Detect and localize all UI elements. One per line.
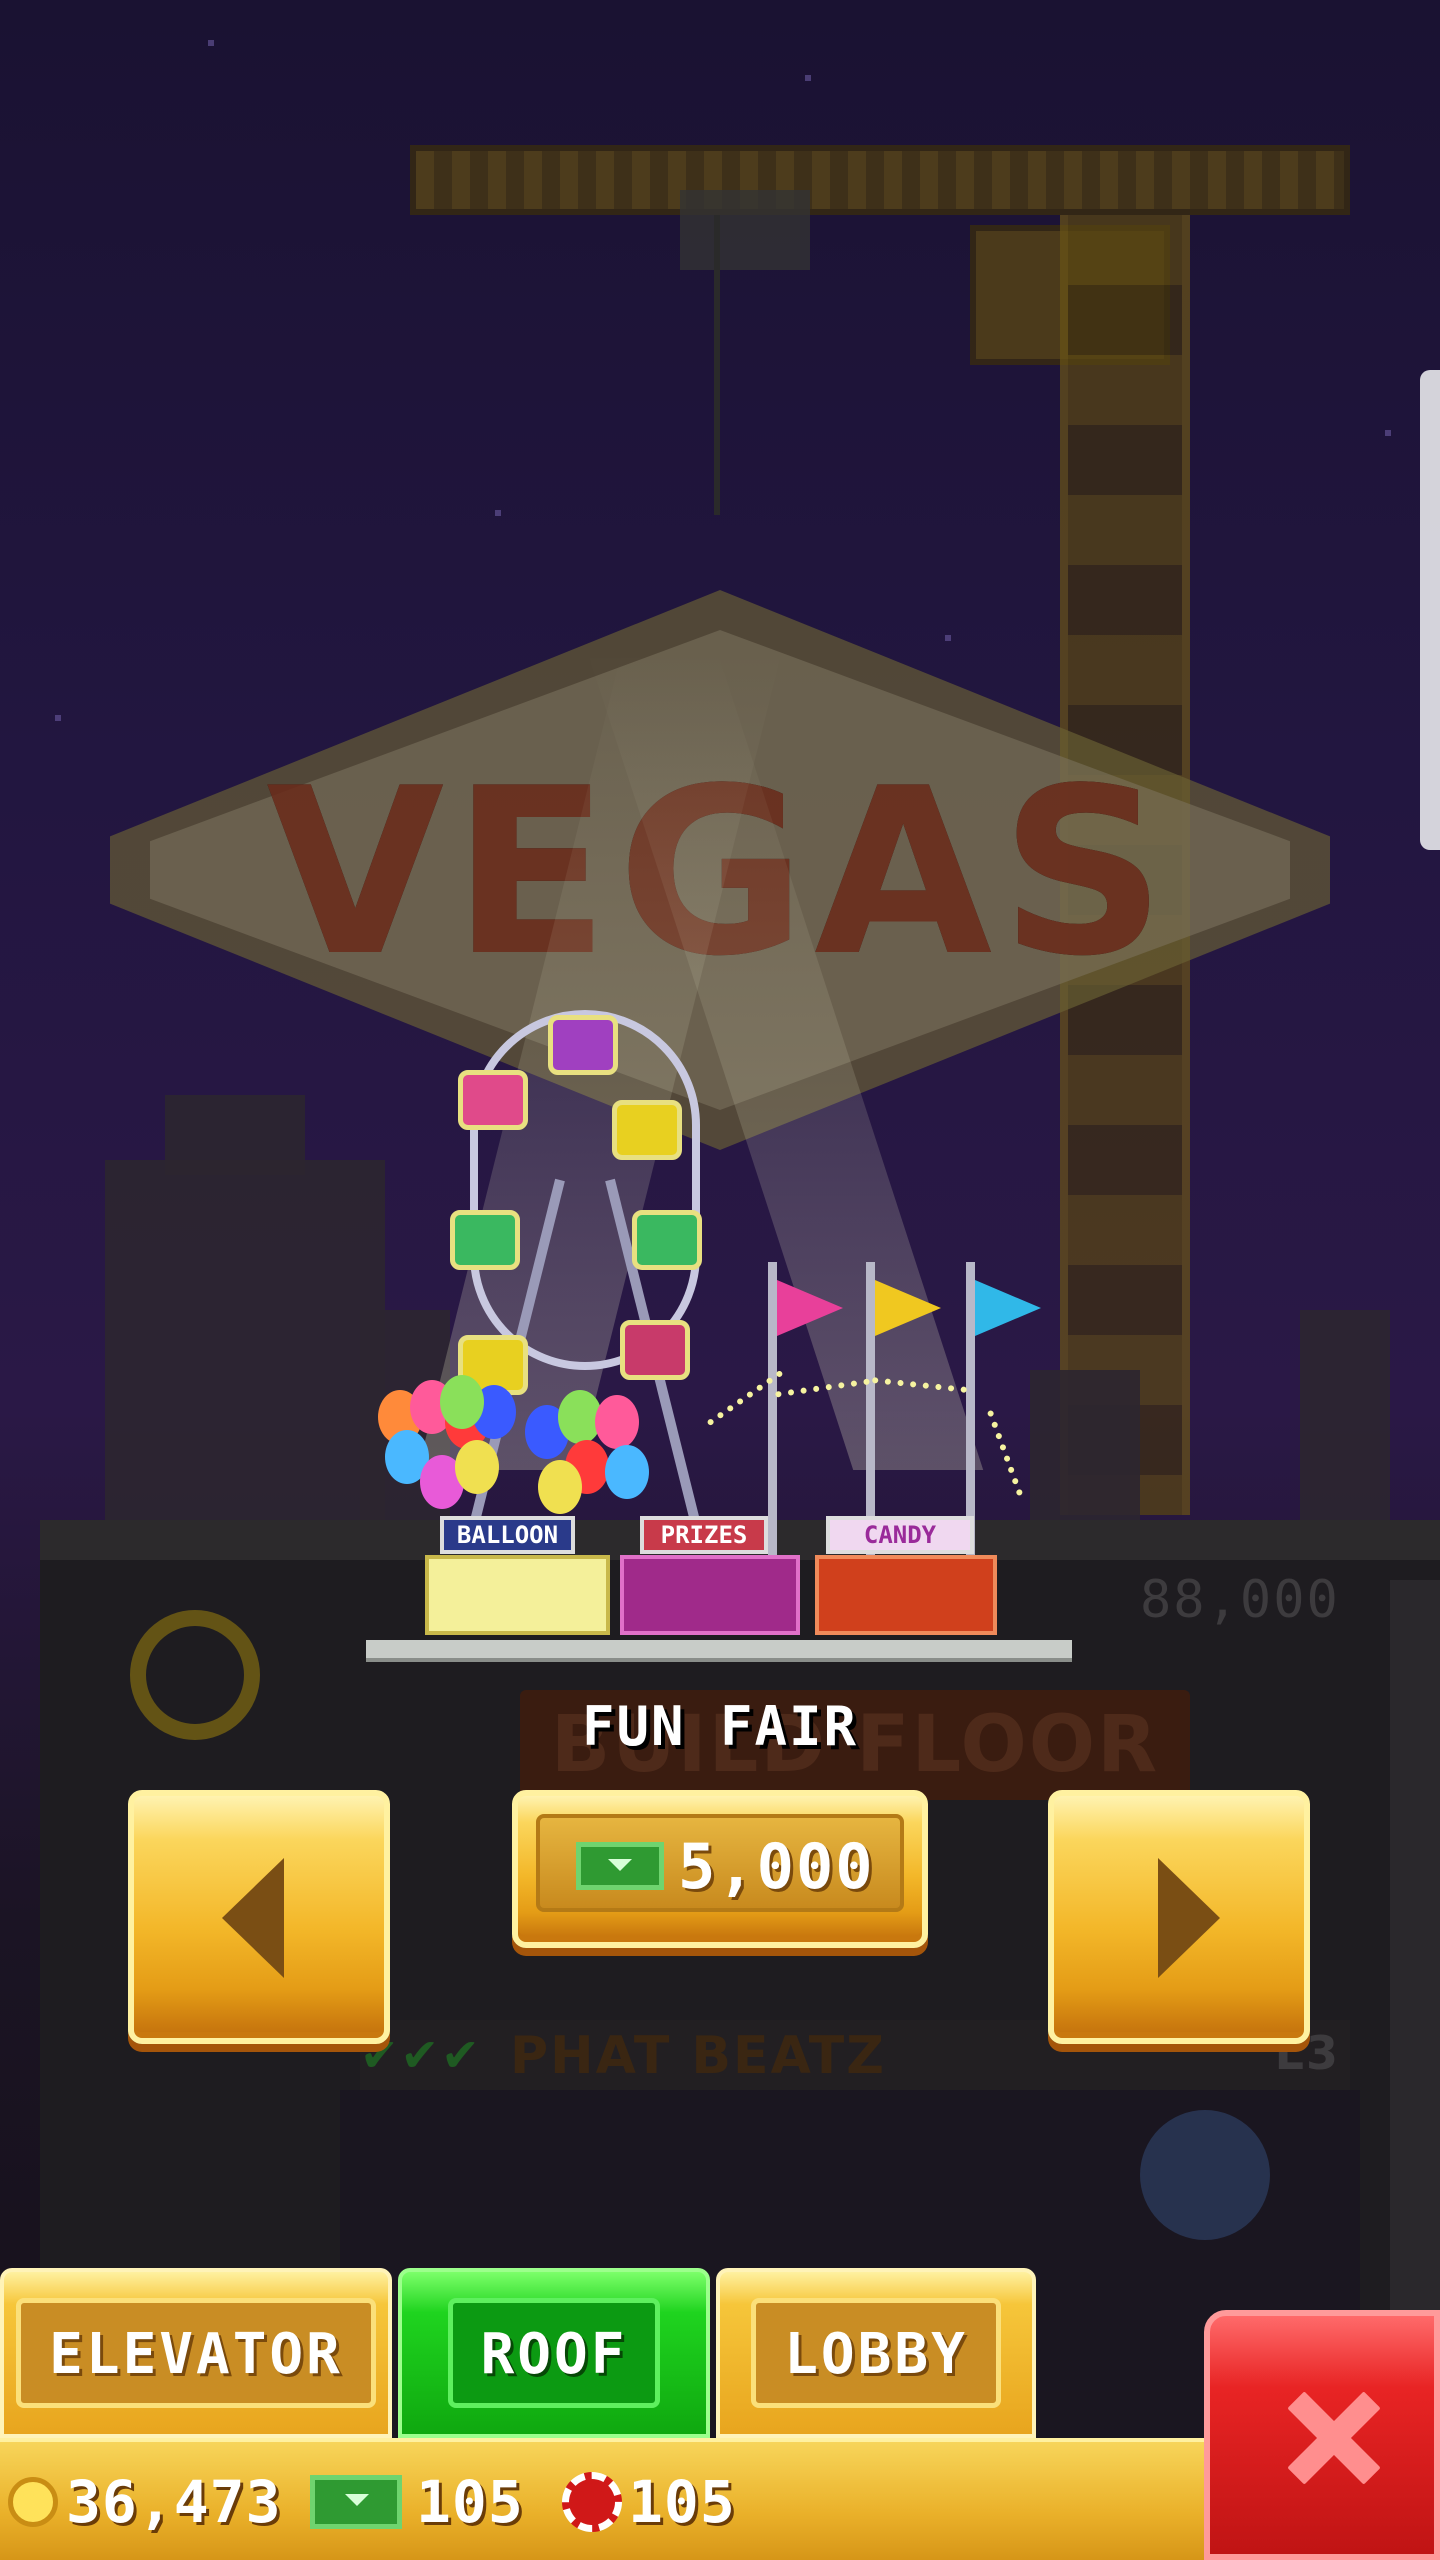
balloon-booth xyxy=(425,1555,610,1635)
ferris-cabin xyxy=(458,1070,528,1130)
chips-value: 105 xyxy=(628,2468,736,2536)
crane-trolley xyxy=(680,190,810,270)
bux-value: 105 xyxy=(416,2468,524,2536)
coins-counter: 36,473 xyxy=(8,2462,282,2542)
booth-sign-prizes: PRIZES xyxy=(640,1516,768,1554)
ferris-cabin xyxy=(548,1015,618,1075)
tab-label: ROOF xyxy=(447,2298,661,2408)
floor-name-ghost: PHAT BEATZ xyxy=(510,2026,886,2086)
chips-counter: 105 xyxy=(562,2462,736,2542)
tab-roof[interactable]: ROOF xyxy=(398,2268,710,2438)
crane-jib xyxy=(410,145,1350,215)
star xyxy=(805,75,811,81)
next-floor-button[interactable] xyxy=(1048,1790,1310,2044)
bux-icon xyxy=(310,2475,402,2529)
ferris-cabin xyxy=(632,1210,702,1270)
floor-title: FUN FAIR xyxy=(581,1695,859,1758)
bux-icon xyxy=(576,1842,664,1890)
tab-elevator[interactable]: ELEVATOR xyxy=(0,2268,392,2438)
balloon xyxy=(595,1395,639,1449)
background-building xyxy=(165,1095,305,1175)
balloon xyxy=(440,1375,484,1429)
candy-booth xyxy=(815,1555,997,1635)
ferris-cabin xyxy=(450,1210,520,1270)
tab-label: LOBBY xyxy=(751,2298,1001,2408)
close-button[interactable] xyxy=(1204,2310,1440,2560)
string-lights xyxy=(986,1409,1024,1497)
chip-icon xyxy=(562,2472,622,2532)
fair-platform xyxy=(366,1640,1072,1662)
ferris-cabin xyxy=(612,1100,682,1160)
ferris-cabin xyxy=(620,1320,690,1380)
coin-icon xyxy=(8,2477,58,2527)
star xyxy=(495,510,501,516)
previous-floor-button[interactable] xyxy=(128,1790,390,2044)
disco-ball-icon xyxy=(1140,2110,1270,2240)
arrow-left-icon xyxy=(222,1858,284,1978)
star xyxy=(55,715,61,721)
balloon xyxy=(605,1445,649,1499)
resource-bar: 36,473 105 105 xyxy=(0,2438,1204,2560)
star xyxy=(1385,430,1391,436)
arrow-right-icon xyxy=(1158,1858,1220,1978)
buy-floor-button[interactable]: 5,000 xyxy=(512,1790,928,1948)
edge-panel-handle[interactable] xyxy=(1420,370,1440,850)
prizes-booth xyxy=(620,1555,800,1635)
booth-sign-balloon: BALLOON xyxy=(440,1516,575,1554)
floor-price-ghost: 88,000 xyxy=(1140,1570,1340,1630)
yellow-flag-icon xyxy=(875,1280,941,1336)
background-building xyxy=(105,1160,385,1560)
star xyxy=(208,40,214,46)
balloon xyxy=(538,1460,582,1514)
tab-lobby[interactable]: LOBBY xyxy=(716,2268,1036,2438)
tab-label: ELEVATOR xyxy=(16,2298,376,2408)
flag-pole xyxy=(768,1262,777,1592)
balloon xyxy=(455,1440,499,1494)
elevator-wheel-icon xyxy=(130,1610,260,1740)
crane-cable xyxy=(714,215,720,515)
bux-counter: 105 xyxy=(310,2462,524,2542)
blue-flag-icon xyxy=(975,1280,1041,1336)
pink-flag-icon xyxy=(777,1280,843,1336)
buy-price: 5,000 xyxy=(678,1830,875,1903)
close-icon xyxy=(1282,2388,1382,2488)
coins-value: 36,473 xyxy=(66,2468,282,2536)
booth-sign-candy: CANDY xyxy=(826,1516,974,1554)
